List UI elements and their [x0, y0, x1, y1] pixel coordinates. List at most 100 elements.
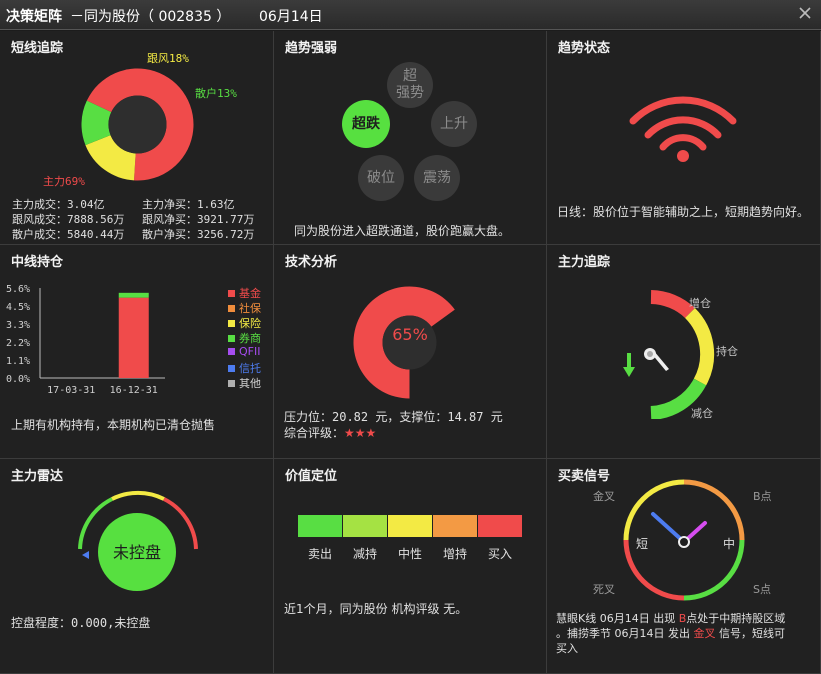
panel-short-trend: 短线追踪 跟风18% 散户13% 主力69% 主力成交：3.04亿 跟风成交：7…: [0, 31, 274, 245]
legend-item: 基金: [228, 285, 261, 301]
panel-value-position: 价值定位 卖出 减持 中性 增持 买入 近1个月，同为股份 机构评级 无。: [274, 459, 547, 674]
legend-label: QFII: [239, 345, 261, 358]
scale-block: [298, 515, 342, 537]
legend-label: 保险: [239, 317, 261, 330]
y-tick-label: 1.1%: [6, 356, 30, 367]
panel-title: 趋势强弱: [285, 41, 338, 56]
panel-tech-analysis: 技术分析 65% 压力位：20.82 元，支撑位：14.87 元 综合评级：★★…: [274, 245, 547, 459]
stat-retail-volume: 散户成交：5840.44万: [12, 228, 125, 241]
y-tick-label: 3.3%: [6, 320, 30, 331]
signal-line3: 买入: [556, 642, 578, 655]
tech-percent: 65%: [392, 325, 428, 344]
legend-item: 券商: [228, 330, 261, 346]
signal-line2-a: 。捕捞季节 06月14日 发出: [556, 627, 694, 640]
donut-label-retail: 散户13%: [195, 87, 237, 100]
legend-label: 基金: [239, 287, 261, 300]
trend-state-desc: 日线：股价位于智能辅助之上，短期趋势向好。: [557, 205, 810, 219]
donut-hole: [108, 95, 167, 154]
stats-right: 主力净买：1.63亿 跟风净买：3921.77万 散户净买：3256.72万: [142, 197, 254, 242]
panel-main-radar: 主力雷达 未控盘 控盘程度：0.000,未控盘: [0, 459, 274, 674]
scale-label: 中性: [397, 547, 422, 561]
rating-label: 综合评级：: [284, 426, 345, 440]
signal-golden-mark: 金叉: [693, 627, 716, 640]
panel-trend-state: 趋势状态 日线：股价位于智能辅助之上，短期趋势向好。: [547, 31, 821, 245]
legend-item: 信托: [228, 360, 261, 376]
pressure-support: 压力位：20.82 元，支撑位：14.87 元: [284, 410, 503, 424]
scale-block: [478, 515, 522, 537]
decision-matrix-grid: 短线追踪 跟风18% 散户13% 主力69% 主力成交：3.04亿 跟风成交：7…: [0, 31, 821, 674]
bubble-break: 破位: [358, 155, 404, 201]
legend-label: 社保: [239, 302, 261, 315]
legend-label: 信托: [239, 362, 261, 375]
panel-title: 买卖信号: [558, 469, 611, 484]
x-category-label: 16-12-31: [110, 385, 158, 396]
stat-main-volume: 主力成交：3.04亿: [12, 198, 105, 211]
stat-main-net: 主力净买：1.63亿: [142, 198, 235, 211]
signal-desc: 慧眼K线 06月14日 出现 B点处于中期持股区域 。捕捞季节 06月14日 发…: [556, 611, 785, 656]
stat-retail-net: 散户净买：3256.72万: [142, 228, 255, 241]
scale-label: 卖出: [307, 547, 332, 561]
bubble-super-strong: 超 强势: [387, 62, 433, 108]
bar-segment-基金: [118, 297, 149, 378]
panel-title: 短线追踪: [11, 41, 64, 56]
label-b-point: B点: [753, 490, 772, 503]
legend-item: 社保: [228, 300, 261, 316]
rating-stars: ★★★: [344, 426, 377, 440]
panel-title: 技术分析: [285, 255, 338, 270]
legend-item: 保险: [228, 315, 261, 331]
legend-swatch: [228, 335, 235, 342]
label-reduce: 减仓: [691, 407, 713, 420]
x-category-label: 17-03-31: [47, 385, 95, 396]
window-title: 决策矩阵: [6, 9, 62, 25]
y-tick-label: 2.2%: [6, 338, 30, 349]
legend-item: 其他: [228, 375, 261, 391]
label-mid: 中: [723, 537, 736, 551]
close-icon[interactable]: [797, 5, 813, 21]
donut-label-main: 主力69%: [43, 175, 85, 188]
label-add: 增仓: [689, 297, 711, 310]
value-position-desc: 近1个月，同为股份 机构评级 无。: [284, 602, 468, 616]
scale-block: [343, 515, 387, 537]
down-arrow-icon: [623, 353, 635, 377]
y-tick-label: 4.5%: [6, 302, 30, 313]
title-date: 06月14日: [259, 9, 323, 25]
radar-status: 未控盘: [98, 513, 176, 591]
panel-mid-position: 中线持仓 5.6% 4.5% 3.3% 2.2% 1.1% 0.0% 17-03-31 16…: [0, 245, 274, 459]
panel-trend-strength: 趋势强弱 超 强势 上升 超跌 破位 震荡 同为股份进入超跌通道，股价跑赢大盘。: [274, 31, 547, 245]
legend-swatch: [228, 348, 235, 355]
stat-follow-net: 跟风净买：3921.77万: [142, 213, 255, 226]
rating-row: 综合评级：★★★: [284, 424, 376, 441]
y-tick-label: 5.6%: [6, 285, 30, 295]
panel-main-tracking: 主力追踪 增仓 持仓 减仓: [547, 245, 821, 459]
scale-block: [433, 515, 477, 537]
label-hold: 持仓: [716, 345, 738, 358]
mid-position-desc: 上期有机构持有，本期机构已清仓抛售: [11, 418, 216, 432]
title-bar: 决策矩阵 －同为股份（ 002835 ） 06月14日: [0, 0, 821, 30]
legend-swatch: [228, 365, 235, 372]
panel-title: 价值定位: [285, 469, 338, 484]
label-short: 短: [636, 537, 649, 551]
legend-label: 券商: [239, 332, 261, 345]
panel-title: 趋势状态: [558, 41, 611, 56]
stats-left: 主力成交：3.04亿 跟风成交：7888.56万 散户成交：5840.44万: [12, 197, 124, 242]
stock-name: －同为股份（ 002835 ）: [70, 9, 231, 25]
scale-label: 增持: [442, 547, 467, 561]
radar-desc: 控盘程度：0.000,未控盘: [11, 616, 151, 630]
scale-label: 减持: [352, 547, 377, 561]
signal-line1-a: 慧眼K线 06月14日 出现: [556, 612, 679, 625]
bar-segment-券商: [118, 292, 149, 298]
legend-swatch: [228, 290, 235, 297]
label-golden-cross: 金叉: [593, 490, 615, 503]
stat-follow-volume: 跟风成交：7888.56万: [12, 213, 125, 226]
panel-title: 主力追踪: [558, 255, 611, 270]
label-s-point: S点: [753, 583, 771, 596]
panel-title: 主力雷达: [11, 469, 64, 484]
trend-strength-desc: 同为股份进入超跌通道，股价跑赢大盘。: [294, 224, 511, 238]
label-death-cross: 死叉: [593, 583, 615, 596]
legend-swatch: [228, 320, 235, 327]
y-tick-label: 0.0%: [6, 374, 30, 385]
legend-label: 其他: [239, 377, 261, 390]
scale-block: [388, 515, 432, 537]
legend-item: QFII: [228, 345, 260, 358]
legend-swatch: [228, 305, 235, 312]
